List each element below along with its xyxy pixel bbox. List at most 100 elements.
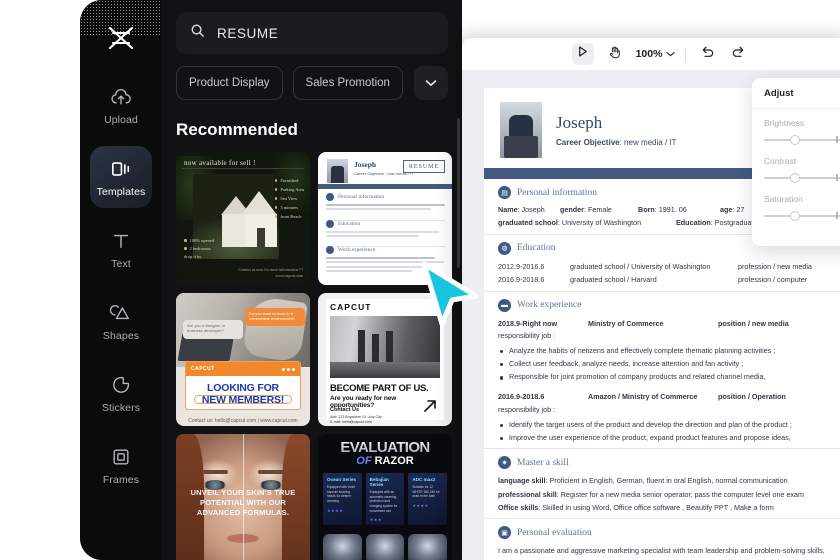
left-nav-rail: Upload Templates Text Shapes Stickers Fr… bbox=[80, 0, 162, 560]
section-bullet-icon bbox=[326, 193, 334, 201]
field-value: : 27 bbox=[732, 205, 745, 214]
divider bbox=[182, 168, 304, 169]
search-input[interactable]: RESUME bbox=[176, 12, 448, 54]
panel-scrollbar[interactable] bbox=[457, 118, 460, 268]
section-personal-evaluation: ▣ Personal evaluation I am a passionate … bbox=[484, 519, 840, 560]
slider-knob[interactable] bbox=[790, 173, 800, 183]
contact-title: Contact Us bbox=[330, 407, 360, 413]
template-footer: Contact us now for more information !!! … bbox=[238, 267, 303, 279]
objective-label: Career Objective bbox=[556, 138, 620, 147]
noise-texture bbox=[80, 0, 162, 36]
product-name: Ocean Series bbox=[327, 477, 357, 482]
gear-icon: ✷ bbox=[498, 456, 511, 470]
contrast-slider[interactable] bbox=[764, 173, 840, 183]
section-title: Work experience bbox=[517, 300, 582, 311]
floor-shape bbox=[330, 362, 440, 378]
product-name: ADC max2 bbox=[412, 477, 436, 482]
section-title: Personal information bbox=[517, 187, 597, 198]
slider-label-contrast: Contrast bbox=[764, 156, 797, 166]
job-period: 2016.9-2018.6 bbox=[498, 392, 545, 402]
hand-tool-button[interactable] bbox=[604, 43, 626, 65]
cursor-arrow-icon bbox=[576, 45, 589, 63]
feature-item: from Beach bbox=[280, 214, 302, 219]
house-door bbox=[257, 228, 265, 247]
template-card-become-part-of-us[interactable]: CAPCUT BECOME PART OF US. Are you ready … bbox=[318, 293, 452, 426]
sidebar-item-label: Text bbox=[111, 257, 131, 270]
field-label: age bbox=[720, 205, 733, 214]
job-period: 2018.9-Right now bbox=[498, 318, 558, 328]
headline-line-1: LOOKING FOR bbox=[207, 382, 279, 394]
filter-chip-row: Product Display Sales Promotion bbox=[176, 66, 448, 100]
brightness-slider[interactable] bbox=[764, 135, 840, 145]
template-grid: now available for sell ! Furnished Parki… bbox=[176, 152, 452, 560]
rail-item-list: Upload Templates Text Shapes Stickers Fr… bbox=[80, 74, 162, 496]
feature-list: Furnished Parking Area Sea View 3 minute… bbox=[274, 178, 304, 219]
briefcase-icon: ▬ bbox=[498, 298, 511, 312]
sidebar-item-frames[interactable]: Frames bbox=[90, 434, 152, 496]
zoom-control[interactable]: 100% bbox=[636, 48, 676, 60]
undo-icon bbox=[700, 45, 714, 63]
field-value: : Postgraduate bbox=[710, 217, 758, 227]
sidebar-item-stickers[interactable]: Stickers bbox=[90, 362, 152, 424]
sidebar-item-shapes[interactable]: Shapes bbox=[90, 290, 152, 352]
hand-pan-icon bbox=[608, 45, 622, 64]
job-heading: 2016.9-2018.6 Amazon / Ministry of Comme… bbox=[498, 390, 840, 404]
education-row: 2016.9-2018.6 graduated school / Harvard… bbox=[498, 273, 840, 286]
undo-button[interactable] bbox=[696, 43, 718, 65]
responsibility-label: responsibility job : bbox=[498, 405, 556, 415]
template-card-hiring[interactable]: Do you want to work in a comfortable env… bbox=[176, 293, 310, 426]
note-item: drop it by bbox=[184, 254, 202, 259]
filter-chip-product-display[interactable]: Product Display bbox=[176, 66, 283, 100]
section-title: Personal evaluation bbox=[517, 527, 592, 538]
education-period: 2012.9-2016.6 bbox=[498, 261, 545, 271]
arrow-up-right-icon bbox=[422, 398, 438, 414]
section-work-experience: ▬ Work experience 2018.9-Right now Minis… bbox=[484, 292, 840, 450]
divider bbox=[752, 108, 840, 109]
thumb-section-personal: Personal information bbox=[326, 193, 445, 213]
slider-knob[interactable] bbox=[790, 135, 800, 145]
cloud-upload-icon bbox=[109, 85, 133, 109]
product-name: Bebajian Series bbox=[369, 477, 389, 487]
avatar bbox=[327, 159, 348, 183]
slider-tick bbox=[836, 212, 838, 219]
poster-frame: CAPCUT BECOME PART OF US. Are you ready … bbox=[326, 299, 444, 424]
skill-label: Office skills bbox=[498, 502, 539, 512]
template-card-skincare[interactable]: UNVEIL YOUR SKIN'S TRUE POTENTIAL WITH O… bbox=[176, 434, 310, 560]
responsibility-label: responsibility job : bbox=[498, 331, 556, 341]
section-bullet-icon bbox=[326, 220, 334, 228]
slider-knob[interactable] bbox=[790, 211, 800, 221]
sidebar-item-templates[interactable]: Templates bbox=[90, 146, 152, 208]
select-tool-button[interactable] bbox=[571, 43, 594, 65]
note-list: 100% opened 2 bedrooms drop it by bbox=[184, 238, 214, 259]
template-card-razor-evaluation[interactable]: EVALUATION OF RAZOR Ocean Series Equippe… bbox=[318, 434, 452, 560]
saturation-slider[interactable] bbox=[764, 211, 840, 221]
window-dots-icon bbox=[282, 367, 295, 371]
education-school: graduated school / Harvard bbox=[570, 275, 657, 285]
more-filters-button[interactable] bbox=[414, 66, 448, 100]
job-company: Amazon / Ministry of Commerce bbox=[588, 392, 698, 402]
sidebar-item-upload[interactable]: Upload bbox=[90, 74, 152, 136]
section-title: Work experience bbox=[338, 247, 376, 253]
section-title: Education bbox=[338, 221, 361, 227]
filter-chip-sales-promotion[interactable]: Sales Promotion bbox=[292, 66, 403, 100]
product-images bbox=[323, 534, 448, 560]
section-bullet-icon bbox=[326, 246, 334, 254]
contact-email: E-mail: hello@capcut.com bbox=[330, 420, 372, 425]
resume-name: Joseph bbox=[556, 113, 603, 132]
title-line-2: OF RAZOR bbox=[318, 455, 452, 467]
skill-label: professional skill bbox=[498, 489, 557, 499]
stickers-icon bbox=[109, 373, 133, 397]
redo-button[interactable] bbox=[728, 43, 750, 65]
templates-panel: RESUME Product Display Sales Promotion R… bbox=[162, 0, 462, 560]
document-icon: ▣ bbox=[498, 526, 511, 540]
sidebar-item-text[interactable]: Text bbox=[90, 218, 152, 280]
section-title-recommended: Recommended bbox=[176, 120, 298, 139]
template-card-real-estate[interactable]: now available for sell ! Furnished Parki… bbox=[176, 152, 310, 285]
template-headline: now available for sell ! bbox=[184, 159, 256, 167]
thumb-section-work: Work experience bbox=[326, 246, 445, 275]
sidebar-item-label: Upload bbox=[104, 113, 138, 126]
section-title: Education bbox=[517, 243, 556, 254]
template-card-resume[interactable]: Joseph Career Objective : new media / IT… bbox=[318, 152, 452, 285]
person-name: Joseph bbox=[354, 160, 377, 169]
field-value: : Female bbox=[583, 205, 612, 214]
